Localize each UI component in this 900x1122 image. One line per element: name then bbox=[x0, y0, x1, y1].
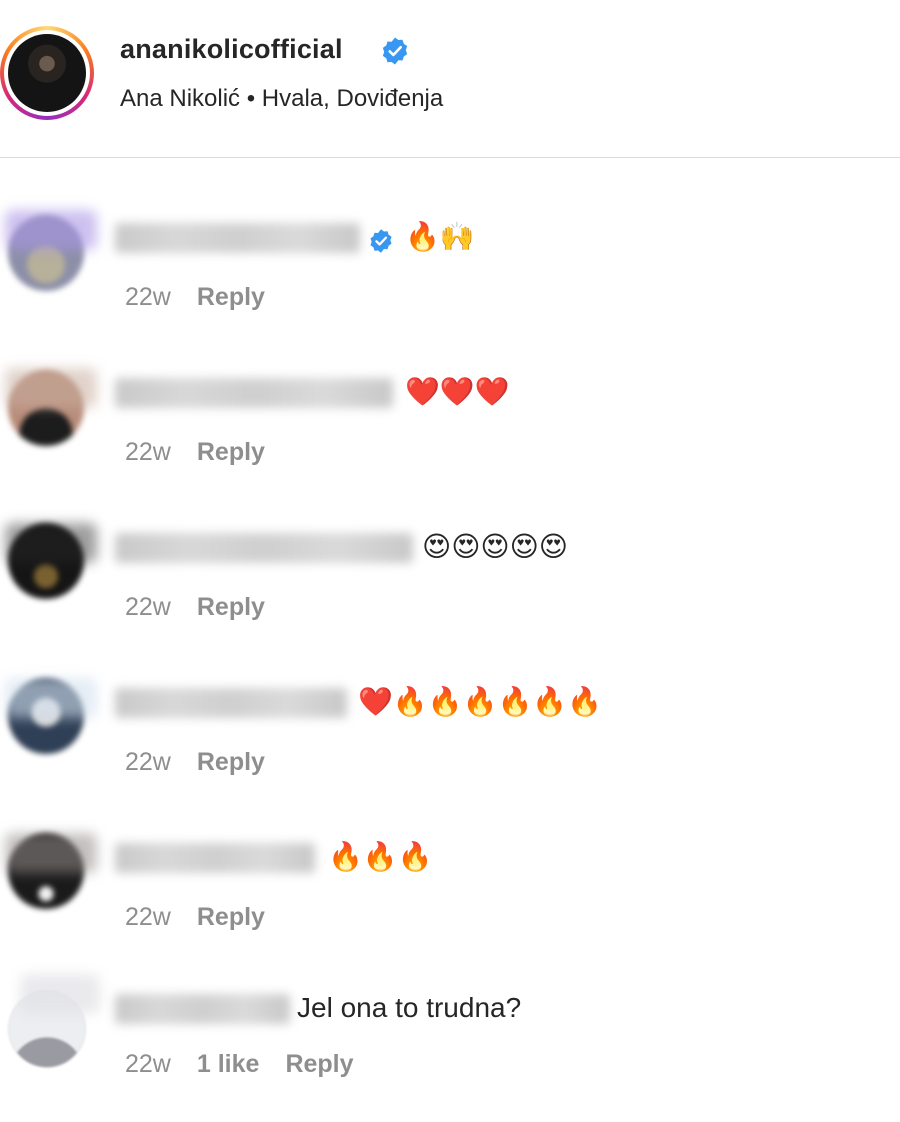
comment-meta: 22w Reply bbox=[125, 283, 291, 312]
comment-meta: 22w Reply bbox=[125, 438, 291, 467]
reply-button[interactable]: Reply bbox=[197, 593, 265, 622]
comment-text: 😍😍😍😍😍 bbox=[422, 530, 568, 563]
comment-time[interactable]: 22w bbox=[125, 1050, 171, 1079]
comment-item: 😍😍😍😍😍 22w Reply bbox=[0, 515, 900, 665]
comment-time[interactable]: 22w bbox=[125, 903, 171, 932]
reply-button[interactable]: Reply bbox=[197, 748, 265, 777]
comment-text: 🔥🙌 bbox=[405, 220, 475, 253]
likes-count[interactable]: 1 like bbox=[197, 1050, 260, 1079]
comment-meta: 22w 1 like Reply bbox=[125, 1050, 380, 1079]
comment-item: 🔥🙌 22w Reply bbox=[0, 205, 900, 355]
reply-button[interactable]: Reply bbox=[285, 1050, 353, 1079]
comment-time[interactable]: 22w bbox=[125, 593, 171, 622]
commenter-username-blurred[interactable] bbox=[115, 688, 347, 718]
verified-badge-icon bbox=[370, 229, 392, 253]
comment-item: 🔥🔥🔥 22w Reply bbox=[0, 825, 900, 975]
post-subtitle: Ana Nikolić • Hvala, Doviđenja bbox=[120, 85, 444, 112]
comment-item: ❤️❤️❤️ 22w Reply bbox=[0, 360, 900, 510]
comment-time[interactable]: 22w bbox=[125, 748, 171, 777]
comment-meta: 22w Reply bbox=[125, 903, 291, 932]
comment-meta: 22w Reply bbox=[125, 748, 291, 777]
commenter-username-blurred[interactable] bbox=[115, 378, 393, 408]
comment-meta: 22w Reply bbox=[125, 593, 291, 622]
commenter-username-blurred[interactable] bbox=[115, 533, 413, 563]
comment-text: Jel ona to trudna? bbox=[297, 992, 522, 1023]
reply-button[interactable]: Reply bbox=[197, 438, 265, 467]
comment-item: Jel ona to trudna? 22w 1 like Reply bbox=[0, 972, 900, 1122]
commenter-username-blurred[interactable] bbox=[115, 843, 315, 873]
owner-avatar[interactable] bbox=[8, 34, 86, 112]
verified-badge-icon bbox=[382, 37, 408, 65]
comment-time[interactable]: 22w bbox=[125, 438, 171, 467]
comment-text: ❤️❤️❤️ bbox=[405, 375, 510, 408]
commenter-username-blurred[interactable] bbox=[115, 223, 360, 253]
owner-username[interactable]: ananikolicofficial bbox=[120, 34, 343, 65]
post-header: ananikolicofficial Ana Nikolić • Hvala, … bbox=[0, 0, 900, 158]
reply-button[interactable]: Reply bbox=[197, 903, 265, 932]
comment-item: ❤️🔥🔥🔥🔥🔥🔥 22w Reply bbox=[0, 670, 900, 820]
comment-text: ❤️🔥🔥🔥🔥🔥🔥 bbox=[358, 685, 603, 718]
comment-time[interactable]: 22w bbox=[125, 283, 171, 312]
commenter-username-blurred[interactable] bbox=[115, 994, 290, 1024]
reply-button[interactable]: Reply bbox=[197, 283, 265, 312]
comment-text: 🔥🔥🔥 bbox=[328, 840, 433, 873]
story-ring[interactable] bbox=[0, 26, 94, 120]
